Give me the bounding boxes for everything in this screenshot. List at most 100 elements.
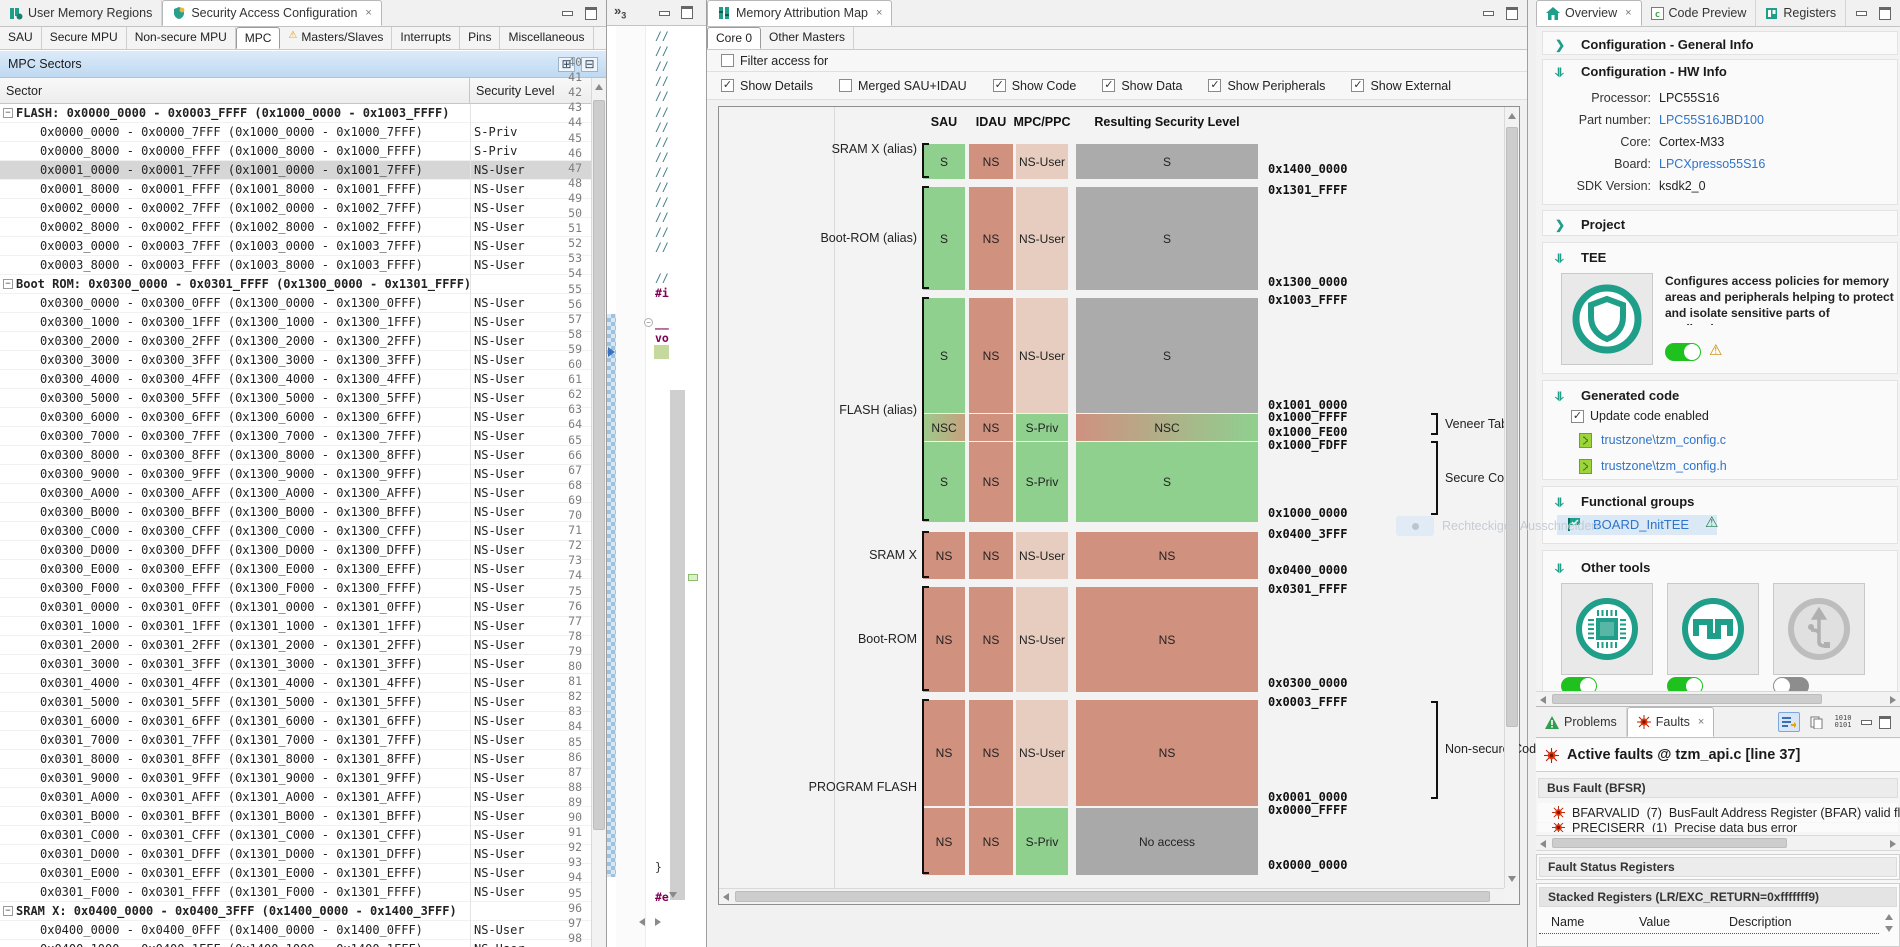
chevron-right-icon[interactable]: ❯ xyxy=(1555,38,1567,52)
map-cell-idau[interactable]: NS xyxy=(969,532,1013,579)
chevron-down-icon[interactable]: ⥥ xyxy=(1555,251,1567,265)
fault-row[interactable]: BFARVALID (7) BusFault Address Register (B… xyxy=(1538,803,1900,822)
subtab-non-secure-mpu[interactable]: Non-secure MPU xyxy=(127,27,236,49)
scroll-down-icon[interactable] xyxy=(1885,926,1893,932)
security-level-cell[interactable]: NS-User xyxy=(474,695,525,709)
section-tee[interactable]: ⥥ TEE Configures access policies for mem… xyxy=(1542,242,1898,374)
map-cell-res[interactable]: S xyxy=(1076,187,1258,290)
overview-ruler-annotation[interactable] xyxy=(688,574,698,581)
table-row[interactable]: 0x0301_C000 - 0x0301_CFFF (0x1301_C000 -… xyxy=(0,826,591,845)
map-cell-res[interactable]: NSC xyxy=(1076,414,1258,441)
chevron-down-icon[interactable]: ⥥ xyxy=(1555,389,1567,403)
maximize-icon[interactable] xyxy=(1878,7,1892,19)
security-level-cell[interactable]: NS-User xyxy=(474,391,525,405)
security-level-cell[interactable]: NS-User xyxy=(474,182,525,196)
map-cell-mpc[interactable]: S-Priv xyxy=(1016,808,1068,875)
security-level-cell[interactable]: NS-User xyxy=(474,334,525,348)
chevron-right-icon[interactable]: ❯ xyxy=(1555,218,1567,232)
table-row[interactable]: 0x0001_0000 - 0x0001_7FFF (0x1001_0000 -… xyxy=(0,161,591,180)
map-cell-sau[interactable]: NSC xyxy=(923,414,965,441)
table-row[interactable]: 0x0300_0000 - 0x0300_0FFF (0x1300_0000 -… xyxy=(0,294,591,313)
table-row[interactable]: 0x0300_A000 - 0x0300_AFFF (0x1300_A000 -… xyxy=(0,484,591,503)
collapse-icon[interactable]: − xyxy=(3,279,13,289)
subtab-miscellaneous[interactable]: Miscellaneous xyxy=(500,27,594,49)
table-row[interactable]: 0x0301_B000 - 0x0301_BFFF (0x1301_B000 -… xyxy=(0,807,591,826)
table-row[interactable]: 0x0301_6000 - 0x0301_6FFF (0x1301_6000 -… xyxy=(0,712,591,731)
table-row[interactable]: − Boot ROM: 0x0300_0000 - 0x0301_FFFF (0x… xyxy=(0,275,591,294)
table-row[interactable]: 0x0301_5000 - 0x0301_5FFF (0x1301_5000 -… xyxy=(0,693,591,712)
scroll-right-icon[interactable] xyxy=(1890,696,1896,704)
table-row[interactable]: 0x0300_2000 - 0x0300_2FFF (0x1300_2000 -… xyxy=(0,332,591,351)
security-level-cell[interactable]: NS-User xyxy=(474,790,525,804)
security-level-cell[interactable]: NS-User xyxy=(474,486,525,500)
scroll-up-icon[interactable] xyxy=(595,84,603,90)
collapse-icon[interactable]: − xyxy=(3,108,13,118)
scroll-left-icon[interactable] xyxy=(1540,840,1546,848)
security-level-cell[interactable]: NS-User xyxy=(474,657,525,671)
map-cell-mpc[interactable]: NS-User xyxy=(1016,298,1068,413)
map-cell-sau[interactable]: NS xyxy=(923,700,965,806)
binary-view-icon[interactable]: 1010 0101 xyxy=(1832,712,1854,732)
table-row[interactable]: 0x0300_4000 - 0x0300_4FFF (0x1300_4000 -… xyxy=(0,370,591,389)
stacked-registers-header[interactable]: Stacked Registers (LR/EXC_RETURN=0xfffff… xyxy=(1539,887,1897,907)
table-row[interactable]: 0x0301_1000 - 0x0301_1FFF (0x1301_1000 -… xyxy=(0,617,591,636)
map-cell-mpc[interactable]: S-Priv xyxy=(1016,442,1068,522)
map-cell-idau[interactable]: NS xyxy=(969,298,1013,413)
scroll-left-icon[interactable] xyxy=(639,918,645,926)
faults-horizontal-scrollbar[interactable] xyxy=(1536,835,1900,851)
close-icon[interactable]: × xyxy=(1625,7,1631,19)
map-cell-res[interactable]: NS xyxy=(1076,700,1258,806)
map-cell-idau[interactable]: NS xyxy=(969,442,1013,522)
map-cell-idau[interactable]: NS xyxy=(969,187,1013,290)
overview-horizontal-scrollbar[interactable] xyxy=(1536,691,1900,706)
maximize-icon[interactable] xyxy=(1878,716,1892,728)
tab-overview[interactable]: Overview × xyxy=(1536,0,1642,26)
fold-collapse-icon[interactable]: − xyxy=(644,317,653,327)
minimize-icon[interactable] xyxy=(1481,7,1495,19)
map-cell-res[interactable]: NS xyxy=(1076,532,1258,579)
map-cell-idau[interactable]: NS xyxy=(969,587,1013,692)
security-level-cell[interactable]: NS-User xyxy=(474,524,525,538)
table-row[interactable]: 0x0301_D000 - 0x0301_DFFF (0x1301_D000 -… xyxy=(0,845,591,864)
tab-user-memory-regions[interactable]: User Memory Regions xyxy=(0,0,163,26)
subtab-sau[interactable]: SAU xyxy=(0,27,42,49)
map-cell-mpc[interactable]: NS-User xyxy=(1016,700,1068,806)
security-level-cell[interactable]: NS-User xyxy=(474,828,525,842)
scrollbar-thumb[interactable] xyxy=(593,100,605,830)
tab-security-access-configuration[interactable]: Security Access Configuration × xyxy=(162,0,382,26)
maximize-icon[interactable] xyxy=(1505,7,1519,19)
subtab-secure-mpu[interactable]: Secure MPU xyxy=(42,27,127,49)
field-value-link[interactable]: LPC55S16JBD100 xyxy=(1659,113,1764,127)
collapse-all-button[interactable]: ⊟ xyxy=(581,56,598,72)
security-level-cell[interactable]: NS-User xyxy=(474,752,525,766)
field-value-link[interactable]: LPCXpresso55S16 xyxy=(1659,157,1765,171)
scroll-right-icon[interactable] xyxy=(1890,840,1896,848)
table-row[interactable]: 0x0300_7000 - 0x0300_7FFF (0x1300_7000 -… xyxy=(0,427,591,446)
editor-scrollbar[interactable] xyxy=(669,26,686,921)
security-level-cell[interactable]: NS-User xyxy=(474,733,525,747)
table-row[interactable]: 0x0301_2000 - 0x0301_2FFF (0x1301_2000 -… xyxy=(0,636,591,655)
subtab-masters-slaves[interactable]: ⚠ Masters/Slaves xyxy=(280,27,393,49)
checkbox-show-data[interactable]: Show Data xyxy=(1102,79,1182,93)
tool-tile-pins-tool[interactable] xyxy=(1561,583,1653,675)
column-header-name[interactable]: Name xyxy=(1551,915,1584,929)
map-cell-res[interactable]: NS xyxy=(1076,587,1258,692)
tee-toggle[interactable] xyxy=(1665,343,1701,361)
security-level-cell[interactable]: NS-User xyxy=(474,942,525,947)
column-header-value[interactable]: Value xyxy=(1639,915,1670,929)
map-cell-mpc[interactable]: S-Priv xyxy=(1016,414,1068,441)
chevron-down-icon[interactable]: ⥥ xyxy=(1555,495,1567,509)
scrollbar-thumb[interactable] xyxy=(1506,127,1518,727)
security-level-cell[interactable]: NS-User xyxy=(474,866,525,880)
table-row[interactable]: 0x0300_8000 - 0x0300_8FFF (0x1300_8000 -… xyxy=(0,446,591,465)
table-row[interactable]: 0x0301_E000 - 0x0301_EFFF (0x1301_E000 -… xyxy=(0,864,591,883)
security-level-cell[interactable]: NS-User xyxy=(474,771,525,785)
checkbox-show-peripherals[interactable]: Show Peripherals xyxy=(1208,79,1325,93)
bus-fault-section-header[interactable]: Bus Fault (BFSR) xyxy=(1538,778,1898,798)
security-level-cell[interactable]: NS-User xyxy=(474,885,525,899)
checkbox-show-details[interactable]: Show Details xyxy=(721,79,813,93)
security-level-cell[interactable]: NS-User xyxy=(474,372,525,386)
section-project[interactable]: ❯ Project xyxy=(1542,210,1898,236)
subtab-other-masters[interactable]: Other Masters xyxy=(761,27,855,49)
security-level-cell[interactable]: S-Priv xyxy=(474,144,517,158)
